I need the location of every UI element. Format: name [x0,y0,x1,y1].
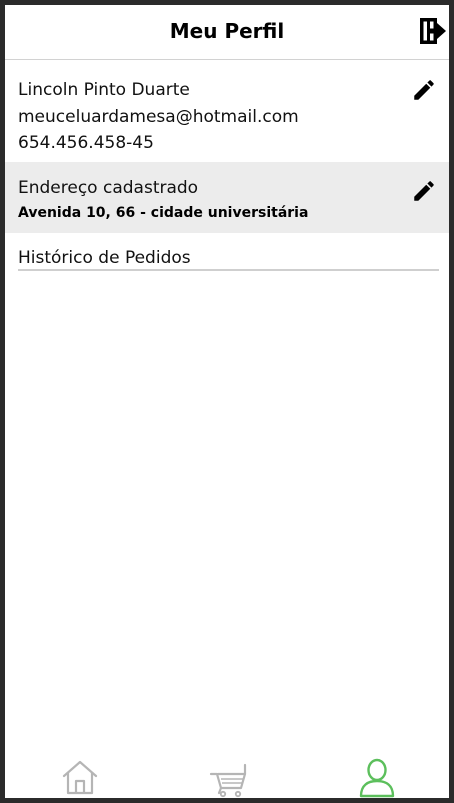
order-history-label: Histórico de Pedidos [18,248,191,268]
address-label: Endereço cadastrado [18,178,199,198]
bottom-nav [5,753,449,798]
user-icon [359,758,395,798]
address-value: Avenida 10, 66 - cidade universitária [18,205,309,221]
user-email: meuceluardamesa@hotmail.com [18,107,299,127]
edit-address-button[interactable] [411,178,437,204]
logout-button[interactable] [415,15,449,47]
logout-icon [420,18,446,44]
page-title: Meu Perfil [169,19,285,43]
order-history-link[interactable]: Histórico de Pedidos [18,246,439,271]
user-name: Lincoln Pinto Duarte [18,80,190,100]
edit-profile-button[interactable] [411,77,437,103]
app-header: Meu Perfil [5,5,449,60]
nav-home-button[interactable] [58,753,102,798]
home-icon [62,760,98,795]
pencil-icon [414,181,434,201]
nav-cart-button[interactable] [207,753,251,798]
cart-icon [209,763,247,798]
address-section: Endereço cadastrado Avenida 10, 66 - cid… [5,162,449,233]
pencil-icon [414,80,434,100]
profile-screen: Meu Perfil Lincoln Pinto Duarte meucelua… [5,5,449,798]
nav-profile-button[interactable] [355,753,399,798]
user-cpf: 654.456.458-45 [18,133,154,153]
profile-info: Lincoln Pinto Duarte meuceluardamesa@hot… [5,65,449,165]
